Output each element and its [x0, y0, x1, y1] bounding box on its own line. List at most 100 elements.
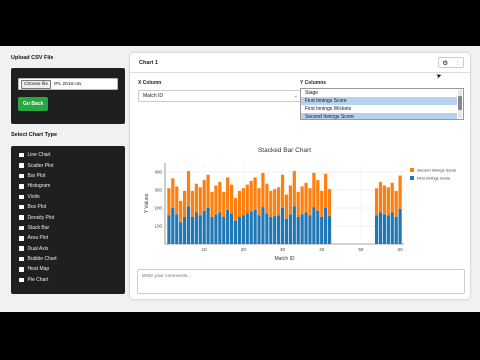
- bar-second-innings: [300, 186, 304, 215]
- bar-first-innings: [382, 214, 387, 244]
- bar-second-innings: [233, 198, 238, 221]
- y-column-option[interactable]: Stage: [301, 89, 457, 97]
- bar-second-innings: [316, 180, 320, 211]
- chart-type-checkbox[interactable]: [19, 194, 24, 199]
- chart-type-checkbox[interactable]: [19, 277, 24, 283]
- bar-second-innings: [175, 186, 179, 215]
- chart-type-panel: Line Chart Scatter Plot Bar Plot Histogram V…: [11, 146, 125, 294]
- y-column-option[interactable]: First Innings Score: [301, 97, 457, 105]
- chart-type-checkbox[interactable]: [19, 267, 24, 272]
- bar-first-innings: [194, 212, 198, 244]
- chart-type-option[interactable]: Dual Axis: [11, 244, 125, 254]
- bar-first-innings: [280, 208, 285, 244]
- y-columns-label: Y Columns: [300, 80, 327, 86]
- y-column-option[interactable]: First Innings Wickets: [301, 105, 457, 113]
- chart-type-checkbox[interactable]: [19, 152, 24, 158]
- bar-first-innings: [327, 216, 332, 244]
- bar-second-innings: [296, 191, 300, 217]
- chart-type-option[interactable]: Box Plot: [11, 202, 125, 212]
- bar-first-innings: [182, 217, 187, 244]
- bar-first-innings: [288, 214, 292, 244]
- bar-first-innings: [273, 216, 277, 244]
- bar-first-innings: [257, 215, 261, 244]
- chart-type-option[interactable]: Bubble Chart: [11, 254, 125, 264]
- chart-type-option[interactable]: Area Plot: [11, 233, 125, 243]
- bar-first-innings: [222, 217, 226, 244]
- chart-type-option[interactable]: Line Chart: [11, 150, 125, 160]
- bar-second-innings: [194, 183, 198, 213]
- legend-swatch-first: [410, 176, 414, 180]
- bar-first-innings: [394, 217, 398, 244]
- chart-type-checkbox[interactable]: [19, 204, 24, 210]
- card-tools: ⚙ ⋮: [438, 57, 464, 68]
- scrollbar-thumb[interactable]: [458, 96, 462, 110]
- bar-first-innings: [190, 217, 195, 244]
- chart-type-checkbox[interactable]: [19, 215, 24, 220]
- bar-first-innings: [171, 208, 175, 244]
- chart-type-option[interactable]: Bar Plot: [11, 171, 125, 181]
- comment-input[interactable]: [137, 269, 465, 294]
- bar-second-innings: [230, 184, 234, 214]
- gear-icon[interactable]: ⚙: [442, 59, 448, 67]
- bar-first-innings: [300, 214, 304, 244]
- choose-file-button[interactable]: Choose file: [21, 79, 51, 89]
- bar-first-innings: [390, 212, 394, 244]
- bar-first-innings: [237, 217, 242, 244]
- bar-second-innings: [257, 188, 261, 216]
- more-icon[interactable]: ⋮: [455, 60, 460, 66]
- bar-second-innings: [280, 174, 285, 208]
- x-column-select[interactable]: Match ID ⌄: [138, 90, 302, 102]
- legend-label-first: First Innings Score: [417, 176, 451, 181]
- chart-type-checkbox[interactable]: [19, 223, 24, 231]
- bar-first-innings: [316, 210, 320, 244]
- y-column-option[interactable]: Second Innings Score: [301, 113, 457, 119]
- bar-first-innings: [198, 215, 202, 244]
- chart-title: Stacked Bar Chart: [258, 147, 311, 154]
- bar-second-innings: [390, 182, 394, 213]
- chart-type-option[interactable]: Heat Map: [11, 264, 125, 274]
- x-column-value: Match ID: [143, 93, 164, 99]
- chart-type-checkbox[interactable]: [19, 256, 24, 262]
- chart-type-option[interactable]: Stack Bar: [11, 223, 125, 233]
- chart-type-option[interactable]: Histogram: [11, 181, 125, 191]
- x-tick-label: 20: [241, 247, 247, 252]
- chart-type-label: Stack Bar: [27, 224, 50, 231]
- bar-first-innings: [386, 215, 390, 244]
- chart-type-option[interactable]: Density Plot: [11, 212, 125, 222]
- chart-type-option[interactable]: Pie Chart: [11, 275, 125, 285]
- bar-first-innings: [210, 217, 214, 244]
- chart-type-checkbox[interactable]: [19, 236, 24, 241]
- go-back-button[interactable]: Go Back: [18, 97, 49, 111]
- chart-type-checkbox[interactable]: [19, 173, 24, 179]
- bar-first-innings: [265, 213, 269, 244]
- file-input[interactable]: Choose file IPL 2018.csv: [18, 78, 118, 90]
- legend-swatch-second: [410, 168, 414, 172]
- chart-type-checkbox[interactable]: [19, 184, 24, 189]
- chart-type-label: Histogram: [27, 183, 51, 190]
- bar-first-innings: [261, 207, 265, 244]
- bar-first-innings: [167, 215, 171, 244]
- bar-second-innings: [394, 190, 398, 217]
- x-column-label: X Column: [138, 80, 162, 86]
- chart-type-checkbox[interactable]: [19, 246, 24, 251]
- bar-first-innings: [202, 210, 206, 244]
- chart-type-checkbox[interactable]: [19, 163, 24, 168]
- chart-type-option[interactable]: Violin: [11, 192, 125, 202]
- chevron-down-icon: ⌄: [293, 93, 298, 99]
- y-columns-scrollbar[interactable]: [458, 90, 462, 118]
- bar-first-innings: [245, 213, 249, 244]
- bar-second-innings: [386, 187, 390, 216]
- legend-label-second: Second Innings Score: [417, 168, 457, 173]
- bar-first-innings: [249, 211, 253, 244]
- bar-first-innings: [241, 215, 245, 244]
- y-tick-label: 100: [154, 224, 162, 229]
- chart-type-label: Density Plot: [27, 214, 55, 221]
- x-tick-label: 30: [280, 247, 286, 252]
- chart-type-option[interactable]: Scatter Plot: [11, 160, 125, 170]
- bar-first-innings: [230, 213, 234, 244]
- y-columns-listbox[interactable]: Stage First Innings Score First Innings Wi…: [300, 88, 464, 120]
- chart-type-label: Box Plot: [27, 204, 47, 211]
- bar-second-innings: [320, 190, 324, 217]
- x-tick-label: 50: [358, 247, 364, 252]
- bar-second-innings: [198, 187, 202, 216]
